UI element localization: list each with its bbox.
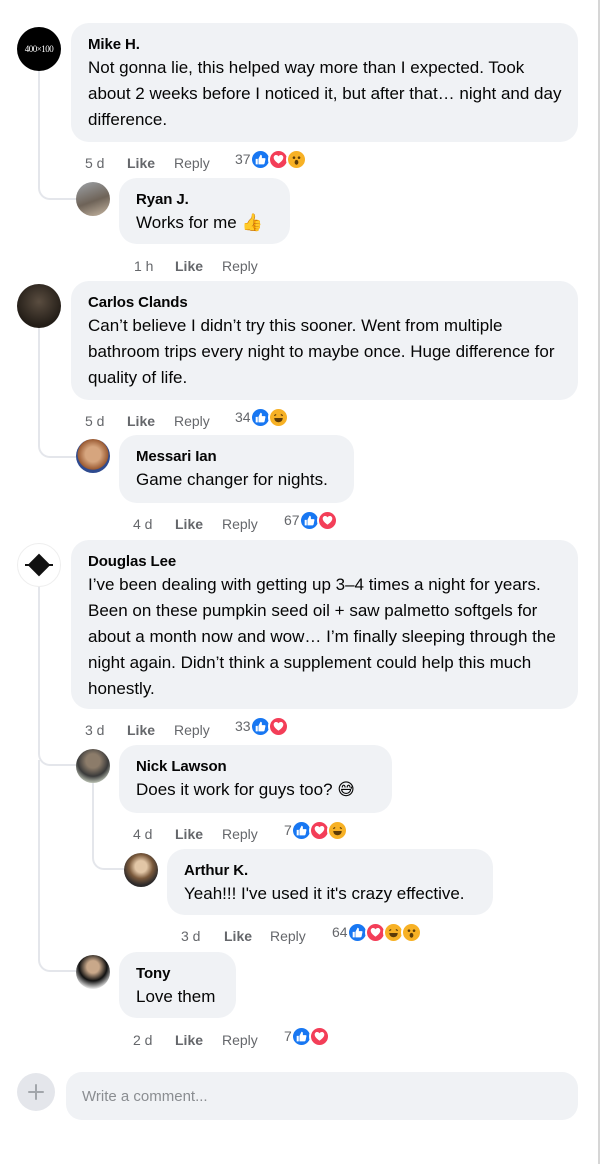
reply-button[interactable]: Reply — [222, 257, 258, 275]
reply-button[interactable]: Reply — [270, 927, 306, 945]
like-button[interactable]: Like — [175, 825, 203, 843]
comment-time[interactable]: 3 d — [85, 721, 104, 739]
avatar[interactable] — [76, 749, 110, 783]
wow-reaction-icon — [285, 148, 307, 170]
like-button[interactable]: Like — [127, 154, 155, 172]
reaction-count: 67 — [284, 512, 300, 528]
haha-reaction-icon — [267, 406, 289, 428]
reply-button[interactable]: Reply — [222, 515, 258, 533]
thread-line — [38, 760, 76, 972]
comment-actions: 1 h Like Reply — [134, 257, 274, 275]
avatar[interactable]: 400×100 — [17, 27, 61, 71]
reaction-summary[interactable]: 33 — [235, 715, 289, 737]
comment-author[interactable]: Mike H. — [88, 35, 562, 55]
avatar[interactable] — [17, 284, 61, 328]
avatar[interactable] — [76, 439, 110, 473]
comment-bubble: Tony Love them — [119, 952, 236, 1018]
reaction-summary[interactable]: 37 — [235, 148, 307, 170]
reaction-summary[interactable]: 67 — [284, 509, 338, 531]
comment-bubble: Messari Ian Game changer for nights. — [119, 435, 354, 503]
like-button[interactable]: Like — [175, 515, 203, 533]
like-button[interactable]: Like — [224, 927, 252, 945]
chip-logo-icon — [25, 553, 53, 577]
love-reaction-icon — [316, 509, 338, 531]
reply-button[interactable]: Reply — [222, 825, 258, 843]
comment-actions: 3 d Like Reply — [181, 927, 321, 945]
reply-button[interactable]: Reply — [174, 721, 210, 739]
comment-text: I’ve been dealing with getting up 3–4 ti… — [88, 575, 556, 698]
comment-time[interactable]: 2 d — [133, 1031, 152, 1049]
love-reaction-icon — [308, 1025, 330, 1047]
comment-actions: 2 d Like Reply — [133, 1031, 273, 1049]
reply-button[interactable]: Reply — [222, 1031, 258, 1049]
comment-text: Not gonna lie, this helped way more than… — [88, 58, 562, 129]
comment-time[interactable]: 4 d — [133, 825, 152, 843]
comment-text: Love them — [136, 987, 216, 1006]
comment-bubble: Nick Lawson Does it work for guys too? 😅 — [119, 745, 392, 813]
comment-bubble: Mike H. Not gonna lie, this helped way m… — [71, 23, 578, 142]
comment-bubble: Carlos Clands Can’t believe I didn’t try… — [71, 281, 578, 400]
comment-time[interactable]: 1 h — [134, 257, 153, 275]
comment-author[interactable]: Ryan J. — [136, 190, 274, 210]
comment-input[interactable]: Write a comment... — [66, 1072, 578, 1120]
comment-text: Can’t believe I didn’t try this sooner. … — [88, 316, 555, 387]
comment-author[interactable]: Tony — [136, 964, 220, 984]
plus-icon[interactable] — [17, 1073, 55, 1111]
comment-author[interactable]: Douglas Lee — [88, 552, 562, 572]
comment-text: Yeah!!! I've used it it's crazy effectiv… — [184, 884, 465, 903]
reply-button[interactable]: Reply — [174, 154, 210, 172]
comment-bubble: Ryan J. Works for me 👍 — [119, 178, 290, 244]
comment-text: Does it work for guys too? 😅 — [136, 780, 355, 799]
like-button[interactable]: Like — [127, 412, 155, 430]
comment-bubble: Arthur K. Yeah!!! I've used it it's craz… — [167, 849, 493, 915]
like-button[interactable]: Like — [175, 1031, 203, 1049]
reaction-count: 34 — [235, 409, 251, 425]
reaction-count: 37 — [235, 151, 251, 167]
reaction-summary[interactable]: 7 — [284, 1025, 330, 1047]
comment-text: Game changer for nights. — [136, 470, 328, 489]
avatar-placeholder-text: 400×100 — [24, 44, 54, 54]
wow-reaction-icon — [400, 921, 422, 943]
like-button[interactable]: Like — [175, 257, 203, 275]
reaction-count: 64 — [332, 924, 348, 940]
haha-reaction-icon — [326, 819, 348, 841]
comment-author[interactable]: Arthur K. — [184, 861, 477, 881]
avatar[interactable] — [76, 182, 110, 216]
avatar[interactable] — [76, 955, 110, 989]
love-reaction-icon — [267, 715, 289, 737]
reaction-count: 33 — [235, 718, 251, 734]
reaction-summary[interactable]: 64 — [332, 921, 422, 943]
comment-bubble: Douglas Lee I’ve been dealing with getti… — [71, 540, 578, 709]
comment-actions: 4 d Like Reply — [133, 825, 273, 843]
avatar[interactable] — [17, 543, 61, 587]
reaction-summary[interactable]: 34 — [235, 406, 289, 428]
comment-text: Works for me 👍 — [136, 213, 263, 232]
comment-time[interactable]: 5 d — [85, 154, 104, 172]
comment-author[interactable]: Carlos Clands — [88, 293, 562, 313]
comment-author[interactable]: Nick Lawson — [136, 757, 376, 777]
reaction-summary[interactable]: 7 — [284, 819, 348, 841]
comment-time[interactable]: 5 d — [85, 412, 104, 430]
comment-author[interactable]: Messari Ian — [136, 447, 338, 467]
comment-actions: 4 d Like Reply — [133, 515, 273, 533]
comment-time[interactable]: 4 d — [133, 515, 152, 533]
reply-button[interactable]: Reply — [174, 412, 210, 430]
like-button[interactable]: Like — [127, 721, 155, 739]
comment-time[interactable]: 3 d — [181, 927, 200, 945]
avatar[interactable] — [124, 853, 158, 887]
